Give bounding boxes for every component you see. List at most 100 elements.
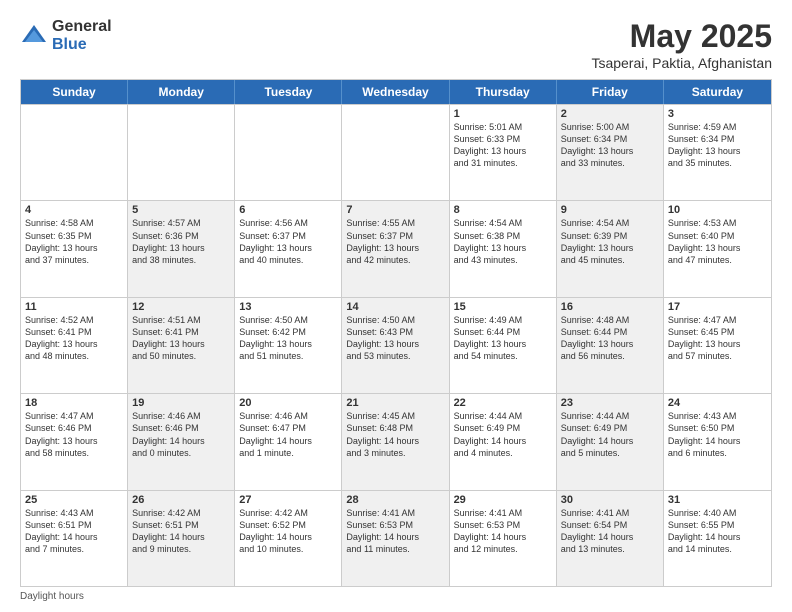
- cell-text: Sunrise: 4:59 AM Sunset: 6:34 PM Dayligh…: [668, 121, 767, 170]
- cell-text: Sunrise: 4:44 AM Sunset: 6:49 PM Dayligh…: [454, 410, 552, 459]
- cell-text: Sunrise: 4:47 AM Sunset: 6:45 PM Dayligh…: [668, 314, 767, 363]
- cal-cell-empty-2: [235, 105, 342, 200]
- page: General Blue May 2025 Tsaperai, Paktia, …: [0, 0, 792, 612]
- day-number: 22: [454, 397, 552, 409]
- cell-text: Sunrise: 4:44 AM Sunset: 6:49 PM Dayligh…: [561, 410, 659, 459]
- week-row-3: 11Sunrise: 4:52 AM Sunset: 6:41 PM Dayli…: [21, 297, 771, 393]
- cell-text: Sunrise: 4:58 AM Sunset: 6:35 PM Dayligh…: [25, 217, 123, 266]
- cell-text: Sunrise: 4:54 AM Sunset: 6:39 PM Dayligh…: [561, 217, 659, 266]
- cell-text: Sunrise: 4:42 AM Sunset: 6:51 PM Dayligh…: [132, 507, 230, 556]
- day-header-wednesday: Wednesday: [342, 80, 449, 104]
- cal-cell-14: 14Sunrise: 4:50 AM Sunset: 6:43 PM Dayli…: [342, 298, 449, 393]
- day-header-tuesday: Tuesday: [235, 80, 342, 104]
- cal-cell-7: 7Sunrise: 4:55 AM Sunset: 6:37 PM Daylig…: [342, 201, 449, 296]
- logo-text: General Blue: [52, 18, 112, 53]
- day-header-thursday: Thursday: [450, 80, 557, 104]
- day-header-monday: Monday: [128, 80, 235, 104]
- day-number: 18: [25, 397, 123, 409]
- logo-general: General: [52, 18, 112, 36]
- day-number: 13: [239, 301, 337, 313]
- cal-cell-8: 8Sunrise: 4:54 AM Sunset: 6:38 PM Daylig…: [450, 201, 557, 296]
- cal-cell-10: 10Sunrise: 4:53 AM Sunset: 6:40 PM Dayli…: [664, 201, 771, 296]
- cell-text: Sunrise: 4:40 AM Sunset: 6:55 PM Dayligh…: [668, 507, 767, 556]
- day-number: 15: [454, 301, 552, 313]
- day-number: 16: [561, 301, 659, 313]
- week-row-5: 25Sunrise: 4:43 AM Sunset: 6:51 PM Dayli…: [21, 490, 771, 586]
- day-number: 29: [454, 494, 552, 506]
- cal-cell-30: 30Sunrise: 4:41 AM Sunset: 6:54 PM Dayli…: [557, 491, 664, 586]
- cal-cell-12: 12Sunrise: 4:51 AM Sunset: 6:41 PM Dayli…: [128, 298, 235, 393]
- day-number: 10: [668, 204, 767, 216]
- day-number: 6: [239, 204, 337, 216]
- main-title: May 2025: [591, 18, 772, 55]
- subtitle: Tsaperai, Paktia, Afghanistan: [591, 55, 772, 71]
- cal-cell-6: 6Sunrise: 4:56 AM Sunset: 6:37 PM Daylig…: [235, 201, 342, 296]
- cell-text: Sunrise: 4:46 AM Sunset: 6:46 PM Dayligh…: [132, 410, 230, 459]
- day-number: 30: [561, 494, 659, 506]
- calendar-body: 1Sunrise: 5:01 AM Sunset: 6:33 PM Daylig…: [21, 104, 771, 586]
- cell-text: Sunrise: 4:50 AM Sunset: 6:42 PM Dayligh…: [239, 314, 337, 363]
- calendar-header: SundayMondayTuesdayWednesdayThursdayFrid…: [21, 80, 771, 104]
- cal-cell-21: 21Sunrise: 4:45 AM Sunset: 6:48 PM Dayli…: [342, 394, 449, 489]
- day-number: 12: [132, 301, 230, 313]
- cal-cell-25: 25Sunrise: 4:43 AM Sunset: 6:51 PM Dayli…: [21, 491, 128, 586]
- day-number: 3: [668, 108, 767, 120]
- cell-text: Sunrise: 4:41 AM Sunset: 6:53 PM Dayligh…: [346, 507, 444, 556]
- cal-cell-20: 20Sunrise: 4:46 AM Sunset: 6:47 PM Dayli…: [235, 394, 342, 489]
- day-number: 4: [25, 204, 123, 216]
- cell-text: Sunrise: 4:43 AM Sunset: 6:51 PM Dayligh…: [25, 507, 123, 556]
- logo: General Blue: [20, 18, 112, 53]
- day-number: 11: [25, 301, 123, 313]
- day-number: 26: [132, 494, 230, 506]
- cell-text: Sunrise: 4:47 AM Sunset: 6:46 PM Dayligh…: [25, 410, 123, 459]
- cal-cell-empty-3: [342, 105, 449, 200]
- cell-text: Sunrise: 4:56 AM Sunset: 6:37 PM Dayligh…: [239, 217, 337, 266]
- day-header-friday: Friday: [557, 80, 664, 104]
- cal-cell-empty-1: [128, 105, 235, 200]
- cal-cell-26: 26Sunrise: 4:42 AM Sunset: 6:51 PM Dayli…: [128, 491, 235, 586]
- day-number: 1: [454, 108, 552, 120]
- cal-cell-27: 27Sunrise: 4:42 AM Sunset: 6:52 PM Dayli…: [235, 491, 342, 586]
- calendar: SundayMondayTuesdayWednesdayThursdayFrid…: [20, 79, 772, 587]
- day-number: 17: [668, 301, 767, 313]
- day-number: 24: [668, 397, 767, 409]
- day-number: 8: [454, 204, 552, 216]
- day-number: 20: [239, 397, 337, 409]
- day-number: 7: [346, 204, 444, 216]
- week-row-1: 1Sunrise: 5:01 AM Sunset: 6:33 PM Daylig…: [21, 104, 771, 200]
- cal-cell-4: 4Sunrise: 4:58 AM Sunset: 6:35 PM Daylig…: [21, 201, 128, 296]
- day-header-saturday: Saturday: [664, 80, 771, 104]
- day-number: 2: [561, 108, 659, 120]
- day-number: 23: [561, 397, 659, 409]
- day-number: 31: [668, 494, 767, 506]
- cell-text: Sunrise: 4:50 AM Sunset: 6:43 PM Dayligh…: [346, 314, 444, 363]
- logo-icon: [20, 22, 48, 50]
- day-number: 19: [132, 397, 230, 409]
- cell-text: Sunrise: 4:57 AM Sunset: 6:36 PM Dayligh…: [132, 217, 230, 266]
- cal-cell-19: 19Sunrise: 4:46 AM Sunset: 6:46 PM Dayli…: [128, 394, 235, 489]
- day-number: 14: [346, 301, 444, 313]
- cell-text: Sunrise: 4:48 AM Sunset: 6:44 PM Dayligh…: [561, 314, 659, 363]
- cell-text: Sunrise: 4:51 AM Sunset: 6:41 PM Dayligh…: [132, 314, 230, 363]
- week-row-2: 4Sunrise: 4:58 AM Sunset: 6:35 PM Daylig…: [21, 200, 771, 296]
- cell-text: Sunrise: 4:46 AM Sunset: 6:47 PM Dayligh…: [239, 410, 337, 459]
- cal-cell-empty-0: [21, 105, 128, 200]
- cal-cell-9: 9Sunrise: 4:54 AM Sunset: 6:39 PM Daylig…: [557, 201, 664, 296]
- day-number: 28: [346, 494, 444, 506]
- cal-cell-2: 2Sunrise: 5:00 AM Sunset: 6:34 PM Daylig…: [557, 105, 664, 200]
- cal-cell-1: 1Sunrise: 5:01 AM Sunset: 6:33 PM Daylig…: [450, 105, 557, 200]
- cell-text: Sunrise: 4:42 AM Sunset: 6:52 PM Dayligh…: [239, 507, 337, 556]
- cal-cell-17: 17Sunrise: 4:47 AM Sunset: 6:45 PM Dayli…: [664, 298, 771, 393]
- day-number: 9: [561, 204, 659, 216]
- cal-cell-5: 5Sunrise: 4:57 AM Sunset: 6:36 PM Daylig…: [128, 201, 235, 296]
- day-number: 21: [346, 397, 444, 409]
- cal-cell-13: 13Sunrise: 4:50 AM Sunset: 6:42 PM Dayli…: [235, 298, 342, 393]
- footer-note: Daylight hours: [20, 591, 772, 602]
- cell-text: Sunrise: 4:54 AM Sunset: 6:38 PM Dayligh…: [454, 217, 552, 266]
- day-header-sunday: Sunday: [21, 80, 128, 104]
- cell-text: Sunrise: 4:53 AM Sunset: 6:40 PM Dayligh…: [668, 217, 767, 266]
- week-row-4: 18Sunrise: 4:47 AM Sunset: 6:46 PM Dayli…: [21, 393, 771, 489]
- logo-blue: Blue: [52, 36, 112, 54]
- day-number: 27: [239, 494, 337, 506]
- cell-text: Sunrise: 4:55 AM Sunset: 6:37 PM Dayligh…: [346, 217, 444, 266]
